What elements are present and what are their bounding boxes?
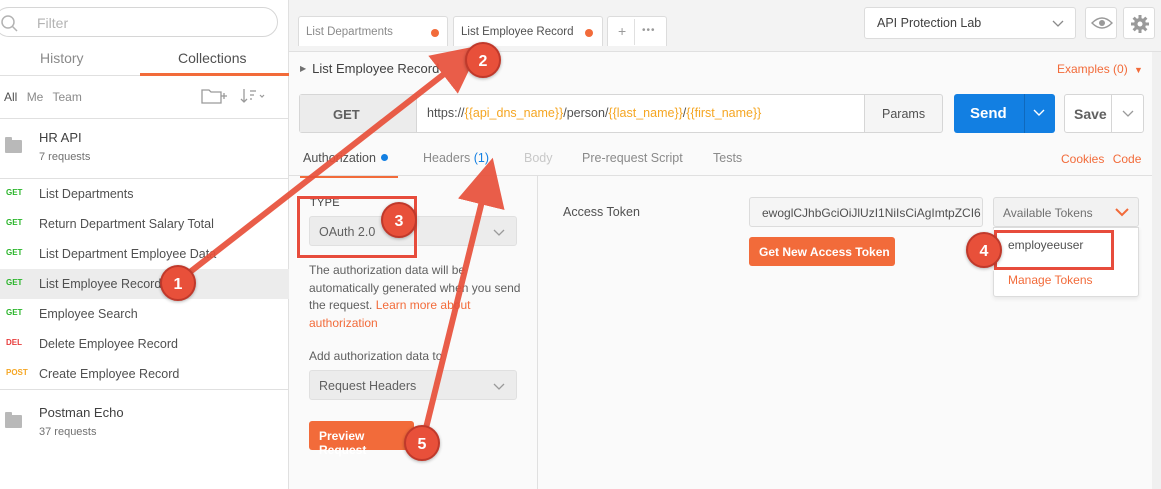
annotation-badge-4: 4 xyxy=(966,232,1002,268)
annotation-arrow-5 xyxy=(422,157,505,433)
postman-app: Filter History Collections All Me Team H… xyxy=(0,0,1161,489)
annotation-badge-3: 3 xyxy=(381,202,417,238)
annotation-badge-2: 2 xyxy=(465,42,501,78)
annotation-badge-5: 5 xyxy=(404,425,440,461)
annotation-badge-1: 1 xyxy=(160,265,196,301)
annotation-highlight-token xyxy=(994,230,1114,270)
